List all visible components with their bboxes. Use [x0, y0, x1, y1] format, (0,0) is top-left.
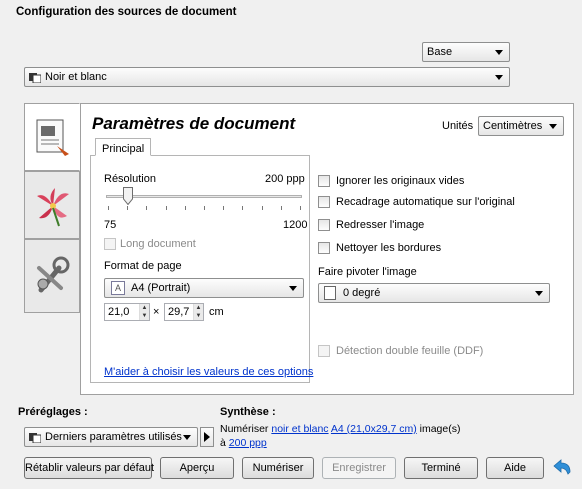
- preview-button[interactable]: Aperçu: [160, 457, 234, 479]
- resolution-slider-thumb[interactable]: [122, 187, 133, 206]
- ignore-blank-label: Ignorer les originaux vides: [336, 175, 465, 187]
- rotate-select[interactable]: 0 degré: [318, 283, 550, 303]
- done-button[interactable]: Terminé: [404, 457, 478, 479]
- presets-label: Préréglages :: [18, 406, 88, 418]
- slider-min-label: 75: [104, 219, 117, 231]
- reset-defaults-button[interactable]: Rétablir valeurs par défaut: [24, 457, 154, 479]
- summary-size-link[interactable]: A4 (21,0x29,7 cm): [331, 423, 417, 435]
- spinner-arrows-icon[interactable]: ▲ ▼: [139, 304, 149, 320]
- resolution-label: Résolution: [104, 173, 156, 185]
- units-value: Centimètres: [483, 120, 543, 132]
- back-arrow-icon: [553, 459, 571, 475]
- spinner-arrows-icon[interactable]: ▲ ▼: [193, 304, 203, 320]
- chevron-down-icon: [495, 75, 503, 80]
- color-mode-select[interactable]: Noir et blanc: [24, 67, 510, 87]
- black-white-icon: [29, 71, 42, 84]
- mode-select[interactable]: Base: [422, 42, 510, 62]
- flower-image-icon: [37, 188, 69, 227]
- tab-document-settings[interactable]: [24, 103, 80, 171]
- resolution-value: 200 ppp: [265, 173, 305, 185]
- slider-tick: [280, 206, 282, 210]
- double-feed-label: Détection double feuille (DDF): [336, 345, 484, 357]
- chevron-down-icon: [535, 291, 543, 296]
- chevron-down-icon: [183, 435, 191, 440]
- chevron-down-icon: [495, 50, 503, 55]
- width-value: 21,0: [108, 306, 130, 318]
- straighten-label: Redresser l'image: [336, 219, 425, 231]
- document-settings-icon: [36, 119, 69, 156]
- slider-tick: [184, 206, 186, 210]
- slider-tick: [204, 206, 205, 210]
- tab-advanced-settings[interactable]: [24, 239, 80, 313]
- summary-prefix: Numériser: [220, 423, 269, 435]
- resolution-slider[interactable]: [106, 195, 302, 198]
- summary-line-2: à 200 ppp: [220, 437, 267, 449]
- units-select[interactable]: Centimètres: [478, 116, 564, 136]
- summary-at: à: [220, 437, 226, 449]
- clean-borders-checkbox[interactable]: [318, 242, 330, 254]
- page-size-icon: A: [111, 281, 125, 295]
- slider-tick: [165, 206, 167, 210]
- slider-tick: [242, 206, 244, 210]
- slider-tick: [108, 206, 109, 210]
- tab-principal[interactable]: Principal: [95, 138, 151, 156]
- save-button[interactable]: Enregistrer: [322, 457, 396, 479]
- play-arrow-icon: [204, 432, 210, 442]
- window-title: Configuration des sources de document: [16, 6, 237, 18]
- unit-label: cm: [209, 306, 224, 318]
- tools-icon: [37, 256, 70, 293]
- chevron-down-icon: [549, 124, 557, 129]
- slider-tick: [146, 206, 148, 210]
- tab-image-settings[interactable]: [24, 171, 80, 239]
- rotate-page-icon: [324, 286, 336, 300]
- long-document-checkbox[interactable]: [104, 238, 116, 250]
- help-choose-link[interactable]: M'aider à choisir les valeurs de ces opt…: [104, 366, 313, 378]
- long-document-label: Long document: [120, 238, 196, 250]
- double-feed-checkbox[interactable]: [318, 345, 330, 357]
- auto-crop-label: Recadrage automatique sur l'original: [336, 196, 515, 208]
- presets-value: Derniers paramètres utilisés: [45, 431, 182, 443]
- page-format-label: Format de page: [104, 260, 182, 272]
- auto-crop-checkbox[interactable]: [318, 196, 330, 208]
- presets-select[interactable]: Derniers paramètres utilisés: [24, 427, 198, 447]
- height-value: 29,7: [168, 306, 190, 318]
- help-button[interactable]: Aide: [486, 457, 544, 479]
- slider-tick: [300, 206, 301, 210]
- clean-borders-label: Nettoyer les bordures: [336, 242, 442, 254]
- height-spinner[interactable]: 29,7 ▲ ▼: [164, 303, 204, 321]
- tab-principal-label: Principal: [102, 143, 145, 155]
- units-label: Unités: [442, 120, 474, 132]
- slider-max-label: 1200: [283, 219, 308, 231]
- summary-resolution-link[interactable]: 200 ppp: [229, 437, 267, 449]
- mode-select-value: Base: [427, 46, 453, 58]
- rotate-label: Faire pivoter l'image: [318, 266, 417, 278]
- black-white-icon: [29, 431, 42, 444]
- summary-suffix: image(s): [419, 423, 461, 435]
- rotate-value: 0 degré: [343, 287, 381, 299]
- width-spinner[interactable]: 21,0 ▲ ▼: [104, 303, 150, 321]
- panel-title: Paramètres de document: [92, 114, 296, 133]
- back-button[interactable]: [552, 458, 574, 480]
- summary-label: Synthèse :: [220, 406, 276, 418]
- summary-color-link[interactable]: noir et blanc: [271, 423, 328, 435]
- slider-tick: [127, 206, 129, 210]
- times-sign: ×: [153, 306, 160, 318]
- color-mode-value: Noir et blanc: [45, 71, 107, 83]
- slider-tick: [261, 206, 263, 210]
- ignore-blank-checkbox[interactable]: [318, 175, 330, 187]
- page-format-value: A4 (Portrait): [131, 282, 191, 294]
- scan-button[interactable]: Numériser: [242, 457, 314, 479]
- chevron-down-icon: [289, 286, 297, 291]
- summary-line-1: Numériser noir et blanc A4 (21,0x29,7 cm…: [220, 423, 460, 435]
- presets-menu-button[interactable]: [200, 427, 214, 447]
- straighten-checkbox[interactable]: [318, 219, 330, 231]
- page-format-select[interactable]: A A4 (Portrait): [104, 278, 304, 298]
- slider-tick: [223, 206, 225, 210]
